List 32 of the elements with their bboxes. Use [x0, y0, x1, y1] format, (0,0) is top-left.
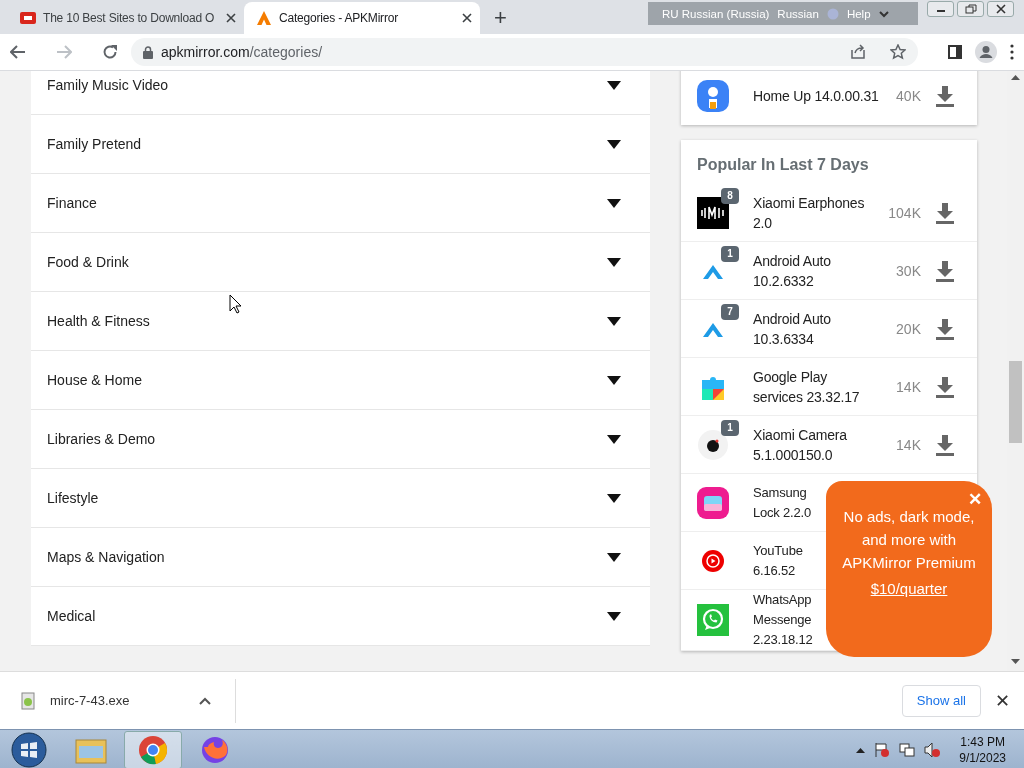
category-label: Health & Fitness — [47, 313, 150, 329]
app-name: WhatsApp Messenge 2.23.18.12 — [753, 591, 813, 649]
download-count: 20K — [896, 320, 921, 337]
category-label: Family Pretend — [47, 136, 142, 152]
url-text: apkmirror.com/categories/ — [161, 44, 324, 60]
app-name: Google Play services 23.32.17 — [753, 367, 861, 407]
app-name: Android Auto 10.3.6334 — [753, 309, 832, 349]
app-name: Xiaomi Camera 5.1.000150.0 — [753, 425, 848, 465]
category-label: Libraries & Demo — [47, 431, 156, 447]
category-label: Medical — [47, 608, 96, 624]
download-count: 30K — [896, 262, 921, 279]
category-label: Family Music Video — [47, 77, 169, 93]
comment-count-badge: 8 — [721, 187, 739, 204]
comment-count-badge: 7 — [721, 303, 739, 320]
download-count: 14K — [896, 436, 921, 453]
comment-count-badge: 1 — [721, 245, 739, 262]
comment-count-badge: 1 — [721, 419, 739, 436]
app-name: YouTube 6.16.52 — [753, 541, 803, 580]
section-title: Popular In Last 7 Days — [696, 155, 870, 175]
app-name: Android Auto 10.2.6332 — [753, 251, 832, 291]
app-name: Home Up 14.0.00.31 — [753, 87, 880, 106]
category-label: Lifestyle — [47, 490, 99, 506]
category-label: House & Home — [47, 372, 142, 388]
download-count: 14K — [896, 378, 921, 395]
download-count: 40K — [896, 88, 921, 104]
category-label: Maps & Navigation — [47, 549, 165, 565]
promo-text: No ads, dark mode, and more with APKMirror Premium — [841, 507, 977, 573]
category-label: Finance — [47, 195, 97, 211]
category-label: Food & Drink — [47, 254, 129, 270]
download-count: 104K — [888, 204, 921, 221]
app-name: Xiaomi Earphones 2.0 — [753, 193, 866, 233]
app-name: Samsung Lock 2.2.0 — [753, 483, 811, 522]
